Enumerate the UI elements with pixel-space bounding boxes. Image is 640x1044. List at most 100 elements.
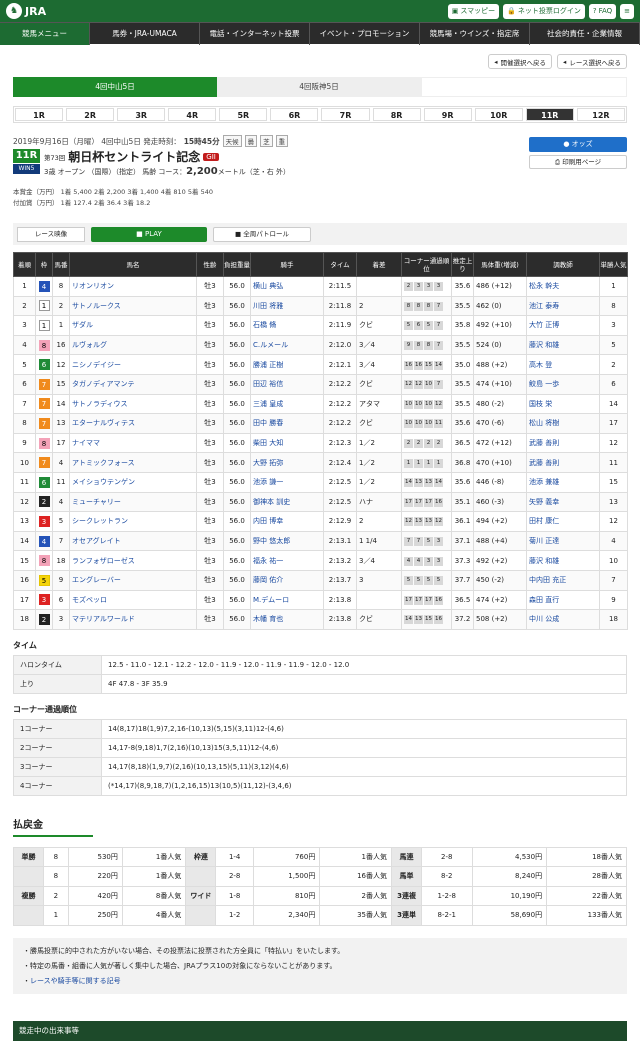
horse-link[interactable]: エングレーバー — [72, 576, 121, 584]
corner-table: 1コーナー 14(8,17)18(1,9)7,2,16-(10,13)(5,15)… — [13, 718, 627, 796]
horse-link[interactable]: シークレットラン — [72, 517, 128, 525]
trainer-link[interactable]: 中内田 充正 — [529, 576, 566, 584]
jockey-link[interactable]: 福永 祐一 — [253, 557, 283, 565]
cell: 472 (+12) — [473, 432, 527, 454]
trainer-link[interactable]: 田村 康仁 — [529, 517, 559, 525]
trainer-link[interactable]: 矢野 義幸 — [529, 498, 559, 506]
horse-link[interactable]: サトノルークス — [72, 302, 121, 310]
corner-pos: 2 — [424, 439, 433, 449]
horse-link[interactable]: ナイママ — [72, 439, 100, 447]
horse-link[interactable]: ルヴォルグ — [72, 341, 107, 349]
trainer-link[interactable]: 菊川 正達 — [529, 537, 559, 545]
jockey-link[interactable]: 木幡 育也 — [253, 615, 283, 623]
horse-link[interactable]: アトミックフォース — [72, 459, 135, 467]
note-link[interactable]: ・レースや騎手等に関する記号 — [23, 974, 617, 989]
horse-link[interactable]: モズベッロ — [72, 596, 107, 604]
jockey-link[interactable]: 田辺 裕信 — [253, 380, 283, 388]
horse-link[interactable]: マテリアルワールド — [72, 615, 135, 623]
race-tab[interactable]: 5R — [219, 108, 268, 121]
race-tab[interactable]: 4R — [168, 108, 217, 121]
horse-link[interactable]: リオンリオン — [72, 282, 114, 290]
trainer-link[interactable]: 松山 将樹 — [529, 419, 559, 427]
odds-button[interactable]: ● オッズ — [529, 137, 627, 152]
race-tab[interactable]: 6R — [270, 108, 319, 121]
race-tab-selected[interactable]: 11R — [525, 108, 574, 121]
trainer-link[interactable]: 武藤 善則 — [529, 459, 559, 467]
payout-cell: 28番人気 — [546, 866, 627, 887]
race-tab[interactable]: 2R — [66, 108, 115, 121]
jockey-link[interactable]: 石橋 脩 — [253, 321, 276, 329]
smappy-button[interactable]: ▣ スマッピー — [447, 3, 500, 19]
horse-link[interactable]: ザダル — [72, 321, 93, 329]
cell: 17 — [52, 432, 70, 454]
jockey-link[interactable]: 御神本 訓史 — [253, 498, 290, 506]
nav-keiba-menu[interactable]: 競馬メニュー — [0, 22, 90, 45]
nav-social[interactable]: 社会的責任・企業情報 — [530, 22, 640, 45]
nav-event[interactable]: イベント・プロモーション — [310, 22, 420, 45]
trainer-link[interactable]: 藤沢 和雄 — [529, 341, 559, 349]
tab-hanshin[interactable]: 4回阪神5日 — [217, 77, 421, 97]
horse-link[interactable]: エターナルヴィテス — [72, 419, 135, 427]
horse-link[interactable]: ミューチャリー — [72, 498, 121, 506]
race-tab[interactable]: 12R — [576, 108, 625, 121]
jockey-link[interactable]: 勝浦 正樹 — [253, 361, 283, 369]
back-to-race-button[interactable]: ◂ レース選択へ戻る — [557, 54, 627, 69]
jockey-link[interactable]: 藤岡 佑介 — [253, 576, 283, 584]
print-button[interactable]: ⎙ 印刷用ページ — [529, 155, 627, 169]
play-button[interactable]: ■ PLAY — [91, 226, 207, 242]
corner-pos: 3 — [414, 282, 423, 292]
trainer-link[interactable]: 大竹 正博 — [529, 321, 559, 329]
trainer-link[interactable]: 池添 兼雄 — [529, 478, 559, 486]
race-tab[interactable]: 8R — [372, 108, 421, 121]
trainer-link[interactable]: 中川 公成 — [529, 615, 559, 623]
horse-link[interactable]: ニシノデイジー — [72, 361, 121, 369]
track-label: 芝 — [260, 135, 273, 147]
jockey-link[interactable]: 川田 将雅 — [253, 302, 283, 310]
tab-nakayama[interactable]: 4回中山5日 — [13, 77, 217, 97]
net-login-button[interactable]: 🔒 ネット投票ログイン — [503, 3, 585, 19]
patrol-button[interactable]: ■ 全周パトロール — [213, 226, 311, 242]
race-tab[interactable]: 3R — [117, 108, 166, 121]
horse-link[interactable]: ランフォザローゼス — [72, 557, 135, 565]
cell: 牡3 — [196, 530, 224, 552]
payout-cell: 2番人気 — [319, 885, 393, 907]
jockey-link[interactable]: C.ルメール — [253, 341, 288, 349]
race-tab[interactable]: 9R — [423, 108, 472, 121]
trainer-link[interactable]: 高木 登 — [529, 361, 552, 369]
jockey-link[interactable]: 柴田 大知 — [253, 439, 283, 447]
trainer-link[interactable]: 森田 直行 — [529, 596, 559, 604]
faq-button[interactable]: ? FAQ — [588, 3, 617, 19]
horse-link[interactable]: オセアグレイト — [72, 537, 121, 545]
menu-button[interactable]: ≡ — [620, 3, 634, 19]
jockey-link[interactable]: 田中 勝春 — [253, 419, 283, 427]
payout-cell: 10,190円 — [471, 885, 548, 907]
trainer-link[interactable]: 鮫島 一歩 — [529, 380, 559, 388]
jockey-link[interactable]: M.デムーロ — [253, 596, 289, 604]
nav-phone-net[interactable]: 電話・インターネット投票 — [200, 22, 310, 45]
corner-pos: 12 — [434, 517, 443, 527]
race-video-label: レース映像 — [17, 226, 85, 242]
nav-racecourse[interactable]: 競馬場・ウインズ・指定席 — [420, 22, 530, 45]
race-tab[interactable]: 7R — [321, 108, 370, 121]
jockey-link[interactable]: 大野 拓弥 — [253, 459, 283, 467]
jockey-link[interactable]: 内田 博幸 — [253, 517, 283, 525]
table-row: 11 6 11 メイショウテンゲン 牡3 56.0 池添 謙一 2:12.5 1／2 14 13 13… — [13, 471, 628, 493]
jockey-link[interactable]: 三浦 皇成 — [253, 400, 283, 408]
cell: 16 — [13, 569, 36, 591]
trainer-link[interactable]: 松永 幹夫 — [529, 282, 559, 290]
race-tab[interactable]: 10R — [474, 108, 523, 121]
jra-logo[interactable]: ♞ JRA — [6, 3, 46, 19]
trainer-link[interactable]: 武藤 善則 — [529, 439, 559, 447]
trainer-link[interactable]: 池江 泰寿 — [529, 302, 559, 310]
trainer-link[interactable]: 藤沢 和雄 — [529, 557, 559, 565]
jockey-link[interactable]: 池添 謙一 — [253, 478, 283, 486]
race-tab[interactable]: 1R — [15, 108, 64, 121]
back-to-meeting-button[interactable]: ◂ 開催選択へ戻る — [488, 54, 553, 69]
horse-link[interactable]: サトノラディウス — [72, 400, 128, 408]
trainer-link[interactable]: 国枝 栄 — [529, 400, 552, 408]
jockey-link[interactable]: 野中 悠太郎 — [253, 537, 290, 545]
nav-baken[interactable]: 馬券・JRA-UMACA — [90, 22, 200, 45]
horse-link[interactable]: メイショウテンゲン — [72, 478, 135, 486]
horse-link[interactable]: タガノディアマンテ — [72, 380, 135, 388]
jockey-link[interactable]: 横山 典弘 — [253, 282, 283, 290]
